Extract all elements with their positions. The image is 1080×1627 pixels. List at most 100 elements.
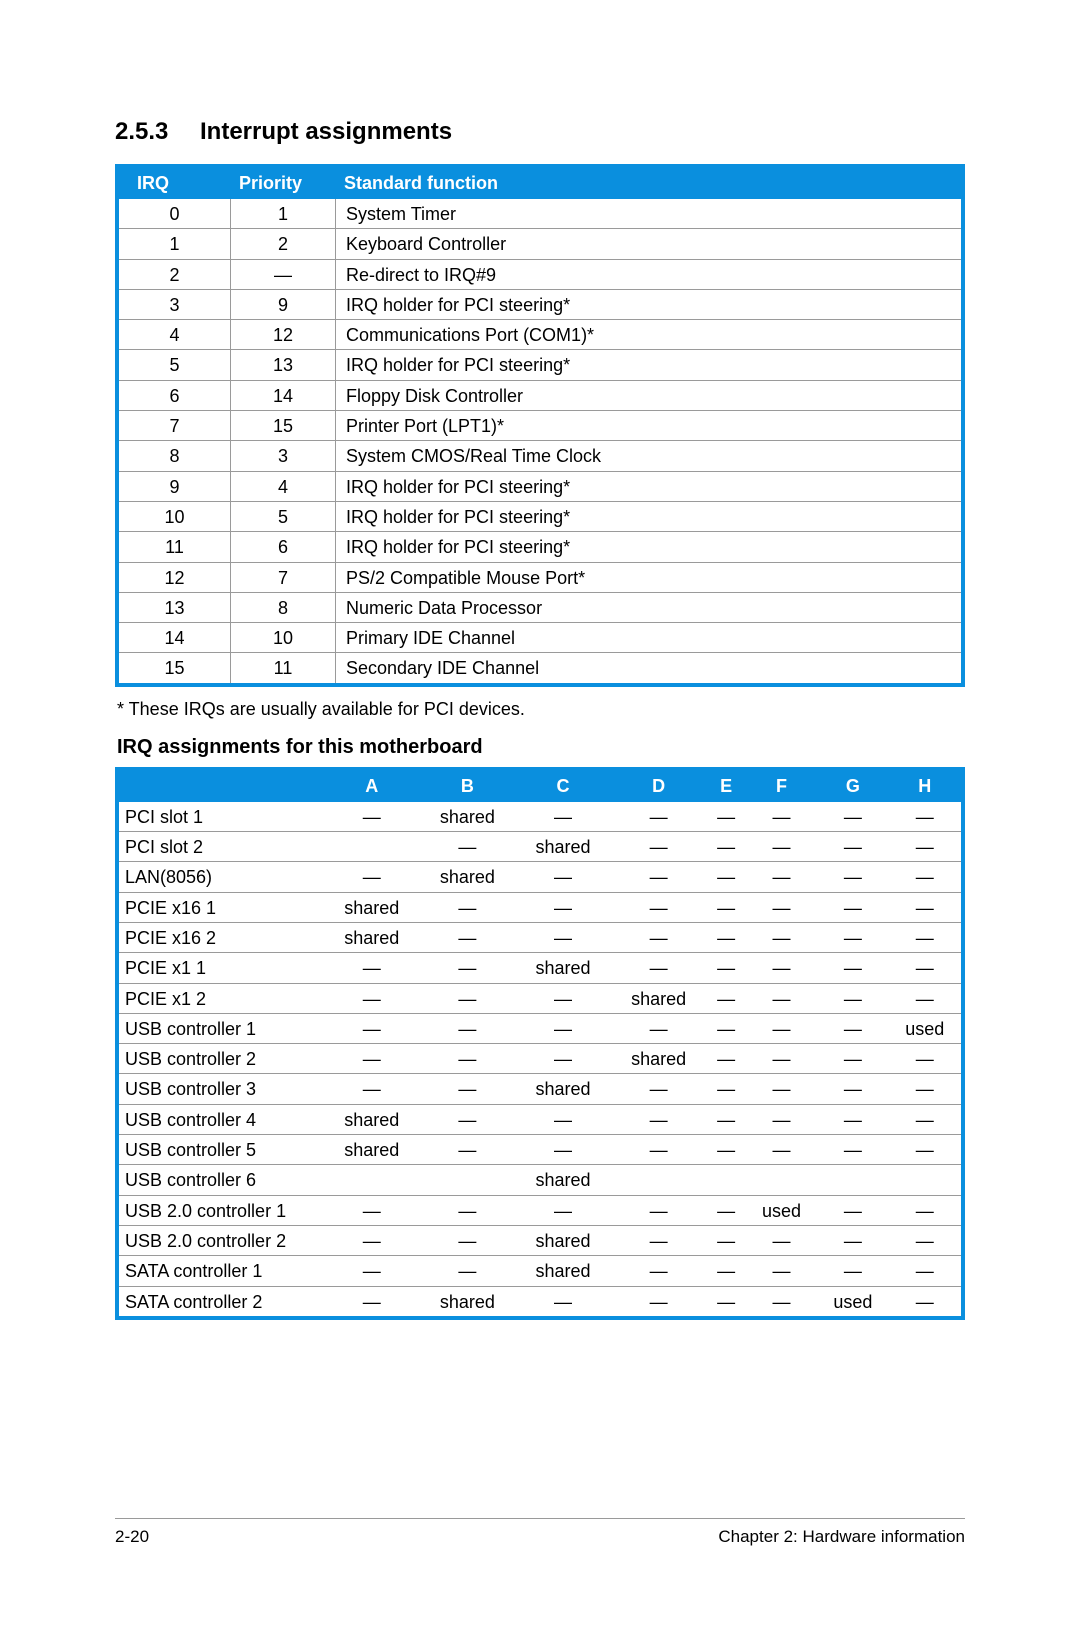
page-footer: 2-20 Chapter 2: Hardware information	[115, 1518, 965, 1547]
mb-header-col: F	[746, 769, 817, 802]
mb-cell: shared	[515, 1165, 611, 1195]
table-row: PCI slot 1—shared——————	[117, 802, 963, 832]
mb-cell: —	[611, 1256, 707, 1286]
table-row: 715Printer Port (LPT1)*	[117, 411, 963, 441]
irq-header-function: Standard function	[336, 166, 964, 199]
table-row: PCI slot 2—shared—————	[117, 832, 963, 862]
mb-cell: —	[611, 1135, 707, 1165]
irq-number-cell: 8	[117, 441, 231, 471]
mb-cell: —	[889, 862, 963, 892]
irq-number-cell: 0	[117, 199, 231, 229]
irq-number-cell: 1	[117, 229, 231, 259]
mb-cell: —	[515, 1044, 611, 1074]
irq-number-cell: 5	[117, 350, 231, 380]
mb-cell: —	[420, 953, 516, 983]
mb-cell: —	[889, 1074, 963, 1104]
mb-subheading: IRQ assignments for this motherboard	[117, 736, 965, 759]
mb-header-col: B	[420, 769, 516, 802]
mb-cell: —	[706, 1044, 745, 1074]
mb-cell: —	[889, 1225, 963, 1255]
mb-cell: —	[746, 1044, 817, 1074]
irq-header-irq: IRQ	[117, 166, 231, 199]
mb-cell: shared	[324, 1135, 420, 1165]
mb-cell: —	[420, 1135, 516, 1165]
mb-cell: shared	[515, 953, 611, 983]
footer-chapter: Chapter 2: Hardware information	[718, 1527, 965, 1547]
mb-cell: shared	[324, 892, 420, 922]
mb-cell: —	[706, 832, 745, 862]
mb-cell: —	[817, 862, 888, 892]
mb-cell: —	[889, 832, 963, 862]
mb-cell: —	[324, 953, 420, 983]
mb-cell: —	[706, 1256, 745, 1286]
mb-cell: —	[889, 983, 963, 1013]
mb-cell: shared	[611, 1044, 707, 1074]
mb-row-label: PCIE x1 2	[117, 983, 324, 1013]
mb-header-blank	[117, 769, 324, 802]
mb-cell: —	[817, 1135, 888, 1165]
mb-cell: —	[515, 802, 611, 832]
mb-cell: —	[706, 1074, 745, 1104]
mb-row-label: PCI slot 1	[117, 802, 324, 832]
mb-cell	[817, 1165, 888, 1195]
irq-number-cell: 3	[117, 289, 231, 319]
irq-table: IRQ Priority Standard function 01System …	[115, 164, 965, 687]
mb-cell	[420, 1165, 516, 1195]
irq-number-cell: 4	[117, 320, 231, 350]
irq-function-cell: System Timer	[336, 199, 964, 229]
mb-row-label: PCIE x1 1	[117, 953, 324, 983]
mb-cell: shared	[324, 922, 420, 952]
mb-cell: —	[611, 802, 707, 832]
mb-row-label: PCI slot 2	[117, 832, 324, 862]
irq-footnote: * These IRQs are usually available for P…	[117, 699, 965, 720]
mb-cell: shared	[420, 862, 516, 892]
mb-cell: —	[706, 1195, 745, 1225]
table-row: USB 2.0 controller 2——shared—————	[117, 1225, 963, 1255]
mb-cell: —	[817, 1104, 888, 1134]
irq-priority-cell: 8	[231, 592, 336, 622]
mb-cell: —	[324, 1074, 420, 1104]
mb-cell: —	[324, 1286, 420, 1318]
mb-cell: —	[706, 983, 745, 1013]
mb-cell: —	[611, 1286, 707, 1318]
irq-priority-cell: 14	[231, 380, 336, 410]
mb-cell: used	[746, 1195, 817, 1225]
mb-cell: —	[746, 1104, 817, 1134]
mb-cell: —	[706, 1104, 745, 1134]
mb-cell: —	[746, 832, 817, 862]
mb-cell: —	[706, 1135, 745, 1165]
table-row: 94IRQ holder for PCI steering*	[117, 471, 963, 501]
mb-header-col: D	[611, 769, 707, 802]
mb-cell: used	[817, 1286, 888, 1318]
irq-function-cell: IRQ holder for PCI steering*	[336, 289, 964, 319]
mb-row-label: USB controller 3	[117, 1074, 324, 1104]
irq-function-cell: Numeric Data Processor	[336, 592, 964, 622]
irq-priority-cell: 5	[231, 501, 336, 531]
table-row: 83System CMOS/Real Time Clock	[117, 441, 963, 471]
mb-cell: —	[420, 1225, 516, 1255]
mb-cell: —	[746, 802, 817, 832]
table-row: 01System Timer	[117, 199, 963, 229]
mb-cell: shared	[515, 832, 611, 862]
irq-number-cell: 2	[117, 259, 231, 289]
irq-function-cell: Re-direct to IRQ#9	[336, 259, 964, 289]
mb-cell: shared	[420, 1286, 516, 1318]
mb-cell: —	[324, 802, 420, 832]
mb-cell: —	[515, 862, 611, 892]
mb-row-label: SATA controller 1	[117, 1256, 324, 1286]
mb-cell: —	[889, 1104, 963, 1134]
irq-function-cell: Primary IDE Channel	[336, 623, 964, 653]
mb-cell: —	[706, 953, 745, 983]
mb-cell: —	[706, 1225, 745, 1255]
irq-number-cell: 10	[117, 501, 231, 531]
irq-number-cell: 11	[117, 532, 231, 562]
irq-function-cell: Keyboard Controller	[336, 229, 964, 259]
table-row: USB controller 6shared	[117, 1165, 963, 1195]
mb-cell: shared	[515, 1256, 611, 1286]
mb-cell: —	[817, 1256, 888, 1286]
irq-number-cell: 14	[117, 623, 231, 653]
irq-number-cell: 9	[117, 471, 231, 501]
irq-priority-cell: 9	[231, 289, 336, 319]
mb-row-label: PCIE x16 1	[117, 892, 324, 922]
mb-cell: —	[817, 1044, 888, 1074]
